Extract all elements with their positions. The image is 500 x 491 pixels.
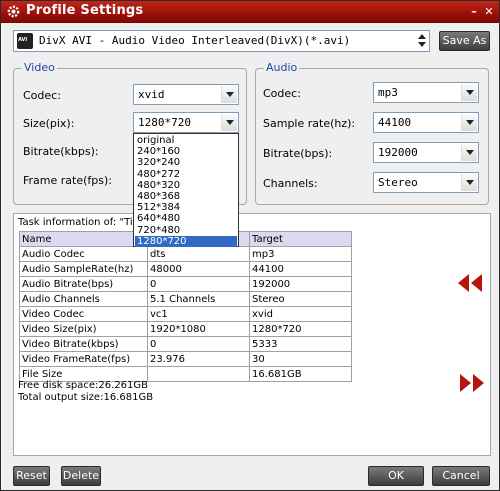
table-row: Audio Bitrate(bps) 0 192000 [19,276,352,292]
profile-select[interactable]: AVI DivX AVI - Audio Video Interleaved(D… [13,30,430,52]
size-option[interactable]: 720*480 [135,225,237,236]
free-disk-space: Free disk space:26.261GB [18,380,149,391]
video-codec-select[interactable]: xvid [133,84,239,105]
title-bar[interactable]: Profile Settings – ✕ [1,1,499,23]
cell-source: 1920*1080 [147,321,250,337]
video-size-value: 1280*720 [138,116,191,129]
chevron-down-icon[interactable] [461,144,477,161]
task-info-table: Name Target Audio Codec dts mp3 Audio Samp… [19,231,352,382]
cell-name: Video Bitrate(kbps) [19,336,148,352]
task-info-panel: Task information of: "Ti Name Target Aud… [13,213,491,456]
audio-group-title: Audio [264,61,300,74]
size-option[interactable]: 512*384 [135,202,237,213]
cell-target: 30 [249,351,352,367]
cell-source [147,366,250,382]
avi-format-icon: AVI [17,33,33,49]
chevron-down-icon[interactable] [221,86,237,103]
audio-samplerate-label: Sample rate(hz): [263,117,356,130]
size-option[interactable]: 480*368 [135,191,237,202]
profile-selected-value: DivX AVI - Audio Video Interleaved(DivX)… [39,34,351,47]
profile-spinner-icon[interactable] [417,33,427,49]
cell-name: Audio Bitrate(bps) [19,276,148,292]
table-row: Video Codec vc1 xvid [19,306,352,322]
table-row: Audio SampleRate(hz) 48000 44100 [19,261,352,277]
column-header-name: Name [19,231,148,247]
chevron-down-icon[interactable] [461,114,477,131]
save-as-button[interactable]: Save As [439,31,490,51]
video-size-select[interactable]: 1280*720 [133,112,239,133]
audio-bitrate-label: Bitrate(bps): [263,147,333,160]
video-size-label: Size(pix): [23,117,75,130]
size-option[interactable]: original [135,135,237,146]
next-arrow-icon[interactable] [459,373,485,393]
gear-icon [7,5,20,18]
profile-settings-window: Profile Settings – ✕ AVI DivX AVI - Audi… [0,0,500,491]
cell-name: Video Codec [19,306,148,322]
cell-name: Audio SampleRate(hz) [19,261,148,277]
cancel-button[interactable]: Cancel [432,466,490,486]
table-row: Video FrameRate(fps) 23.976 30 [19,351,352,367]
minimize-button[interactable]: – [467,5,481,19]
table-row: Video Size(pix) 1920*1080 1280*720 [19,321,352,337]
cell-source: 23.976 [147,351,250,367]
size-option[interactable]: 1280*720 [135,235,237,247]
table-row: Audio Codec dts mp3 [19,246,352,262]
chevron-down-icon[interactable] [461,84,477,101]
video-framerate-label: Frame rate(fps): [23,174,112,187]
column-header-target: Target [249,231,352,247]
video-codec-label: Codec: [23,89,61,102]
size-option[interactable]: 320*240 [135,157,237,168]
cell-source: 48000 [147,261,250,277]
cell-source: 5.1 Channels [147,291,250,307]
cell-target: 1280*720 [249,321,352,337]
table-row: Video Bitrate(kbps) 0 5333 [19,336,352,352]
cell-name: Video FrameRate(fps) [19,351,148,367]
cell-source: dts [147,246,250,262]
video-bitrate-label: Bitrate(kbps): [23,145,99,158]
task-info-title: Task information of: "Ti [18,217,133,228]
cell-target: 5333 [249,336,352,352]
delete-button[interactable]: Delete [61,466,101,486]
audio-codec-value: mp3 [378,86,398,99]
size-option[interactable]: 480*320 [135,180,237,191]
audio-channels-value: Stereo [378,176,418,189]
chevron-down-icon[interactable] [461,174,477,191]
cell-target: 192000 [249,276,352,292]
audio-bitrate-value: 192000 [378,146,418,159]
chevron-down-icon[interactable] [221,114,237,131]
cell-source: 0 [147,336,250,352]
video-codec-value: xvid [138,88,165,101]
audio-samplerate-value: 44100 [378,116,412,129]
total-output-size: Total output size:16.681GB [18,392,154,403]
cell-name: Audio Channels [19,291,148,307]
audio-channels-label: Channels: [263,177,318,190]
video-group-title: Video [22,61,57,74]
close-button[interactable]: ✕ [482,5,496,19]
cell-source: vc1 [147,306,250,322]
ok-button[interactable]: OK [368,466,424,486]
cell-target: Stereo [249,291,352,307]
size-dropdown-list: original 240*160 320*240 480*272 480*320 480*… [133,133,239,247]
reset-button[interactable]: Reset [13,466,50,486]
window-title: Profile Settings [26,3,144,18]
cell-target: xvid [249,306,352,322]
cell-source: 0 [147,276,250,292]
cell-name: Video Size(pix) [19,321,148,337]
audio-bitrate-select[interactable]: 192000 [373,142,479,163]
cell-name: Audio Codec [19,246,148,262]
audio-codec-select[interactable]: mp3 [373,82,479,103]
size-option[interactable]: 240*160 [135,146,237,157]
size-option[interactable]: 480*272 [135,169,237,180]
audio-channels-select[interactable]: Stereo [373,172,479,193]
cell-target: 16.681GB [249,366,352,382]
previous-arrow-icon[interactable] [457,273,483,293]
table-row: Audio Channels 5.1 Channels Stereo [19,291,352,307]
audio-samplerate-select[interactable]: 44100 [373,112,479,133]
audio-codec-label: Codec: [263,87,301,100]
size-option[interactable]: 640*480 [135,213,237,224]
cell-target: mp3 [249,246,352,262]
cell-target: 44100 [249,261,352,277]
